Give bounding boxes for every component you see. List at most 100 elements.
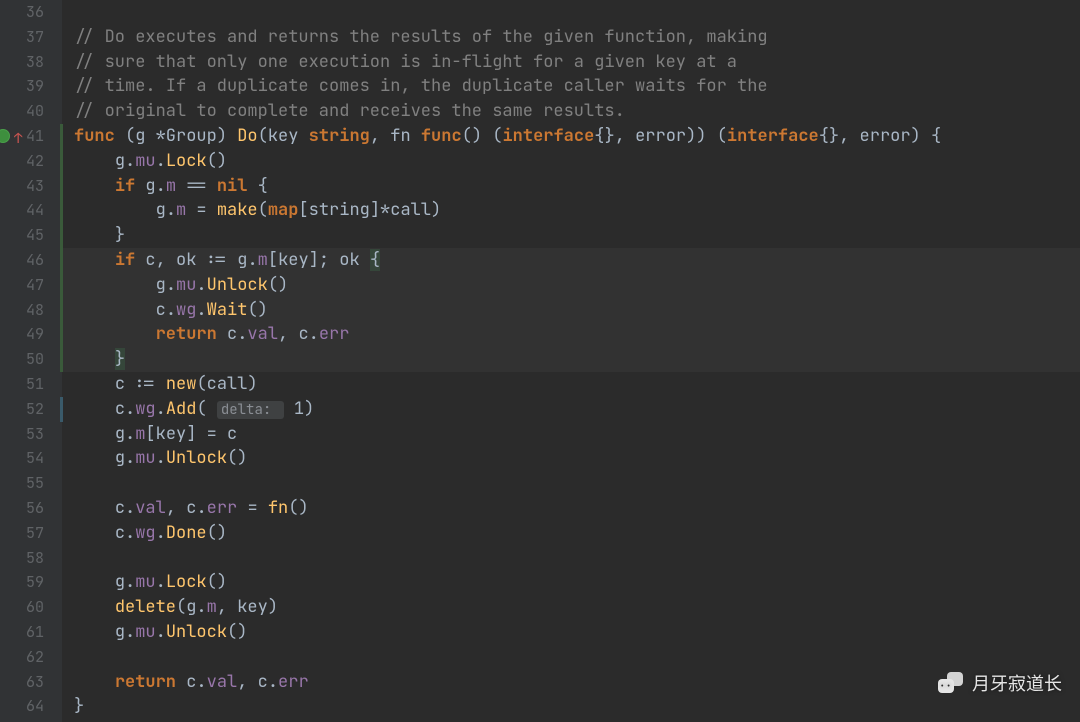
- code-line[interactable]: [74, 645, 1080, 670]
- code-line[interactable]: c := new(call): [74, 372, 1080, 397]
- token: .: [156, 398, 166, 420]
- token: (): [227, 621, 247, 643]
- token: // Do executes and returns the results o…: [74, 26, 768, 48]
- code-line[interactable]: c.wg.Add( delta: 1): [74, 397, 1080, 422]
- line-number: 57: [0, 521, 62, 546]
- code-line[interactable]: func (g *Group) Do(key string, fn func()…: [74, 124, 1080, 149]
- line-number: 36: [0, 0, 62, 25]
- code-line[interactable]: g.mu.Lock(): [74, 149, 1080, 174]
- code-line[interactable]: // sure that only one execution is in-fl…: [74, 50, 1080, 75]
- token: =: [237, 497, 268, 519]
- line-number: 56: [0, 496, 62, 521]
- token: g: [115, 621, 125, 643]
- code-line[interactable]: g.m = make(map[string]*call): [74, 198, 1080, 223]
- code-line[interactable]: g.mu.Lock(): [74, 570, 1080, 595]
- code-line[interactable]: }: [74, 223, 1080, 248]
- token: val: [207, 671, 238, 693]
- token: ,: [278, 323, 298, 345]
- token: .: [196, 274, 206, 296]
- token: make: [217, 199, 258, 221]
- token: err: [207, 497, 238, 519]
- line-number: 45: [0, 223, 62, 248]
- code-line[interactable]: g.m[key] = c: [74, 422, 1080, 447]
- token: m: [166, 175, 176, 197]
- line-number: 47: [0, 273, 62, 298]
- token: (: [258, 125, 268, 147]
- token: }: [115, 224, 125, 246]
- token: key: [237, 596, 268, 618]
- code-line[interactable]: g.mu.Unlock(): [74, 446, 1080, 471]
- token: .: [156, 571, 166, 593]
- code-line[interactable]: [74, 546, 1080, 571]
- token: .: [156, 447, 166, 469]
- code-line[interactable]: c.wg.Wait(): [74, 298, 1080, 323]
- token: g: [145, 175, 155, 197]
- code-line[interactable]: return c.val, c.err: [74, 322, 1080, 347]
- token: .: [247, 249, 257, 271]
- line-number: 60: [0, 595, 62, 620]
- code-editor[interactable]: 363738394041↑424344454647484950515253545…: [0, 0, 1080, 722]
- code-line[interactable]: }: [74, 347, 1080, 372]
- token: .: [309, 323, 319, 345]
- token: nil: [217, 175, 258, 197]
- token: mu: [135, 571, 155, 593]
- token: Lock: [166, 571, 207, 593]
- token: Done: [166, 522, 207, 544]
- line-number: 53: [0, 422, 62, 447]
- code-line[interactable]: // original to complete and receives the…: [74, 99, 1080, 124]
- token: ,: [370, 125, 390, 147]
- code-line[interactable]: }: [74, 694, 1080, 719]
- token: key: [278, 249, 309, 271]
- token: g: [156, 274, 166, 296]
- token: mu: [135, 447, 155, 469]
- token: }: [115, 348, 125, 370]
- token: Unlock: [166, 621, 227, 643]
- token: ,: [217, 596, 237, 618]
- token: func: [74, 125, 125, 147]
- code-line[interactable]: c.val, c.err = fn(): [74, 496, 1080, 521]
- token: err: [319, 323, 350, 345]
- code-line[interactable]: [74, 471, 1080, 496]
- token: .: [196, 497, 206, 519]
- line-number: 54: [0, 446, 62, 471]
- code-line[interactable]: if c, ok := g.m[key]; ok {: [74, 248, 1080, 273]
- token: [: [268, 249, 278, 271]
- code-line[interactable]: // time. If a duplicate comes in, the du…: [74, 74, 1080, 99]
- token: c: [227, 423, 237, 445]
- code-line[interactable]: [74, 0, 1080, 25]
- token: g: [135, 125, 155, 147]
- token: mu: [176, 274, 196, 296]
- token: (): [207, 571, 227, 593]
- line-number: 40: [0, 99, 62, 124]
- token: .: [166, 299, 176, 321]
- line-number: 43: [0, 174, 62, 199]
- token: :=: [135, 373, 166, 395]
- token: c: [258, 671, 268, 693]
- token: (: [196, 373, 206, 395]
- token: (): [227, 447, 247, 469]
- code-line[interactable]: g.mu.Unlock(): [74, 620, 1080, 645]
- token: Add: [166, 398, 197, 420]
- line-number: 48: [0, 298, 62, 323]
- inlay-hint: delta:: [217, 401, 284, 419]
- token: mu: [135, 150, 155, 172]
- code-line[interactable]: return c.val, c.err: [74, 670, 1080, 695]
- token: .: [125, 522, 135, 544]
- code-area[interactable]: // Do executes and returns the results o…: [62, 0, 1080, 722]
- token: // sure that only one execution is in-fl…: [74, 51, 737, 73]
- token: .: [196, 596, 206, 618]
- code-line[interactable]: c.wg.Done(): [74, 521, 1080, 546]
- token: Lock: [166, 150, 207, 172]
- code-line[interactable]: // Do executes and returns the results o…: [74, 25, 1080, 50]
- breakpoint-icon[interactable]: [0, 129, 10, 143]
- line-number: 37: [0, 25, 62, 50]
- token: if: [115, 175, 146, 197]
- token: m: [258, 249, 268, 271]
- token: ok: [339, 249, 370, 271]
- token: c: [186, 671, 196, 693]
- token: {},: [594, 125, 635, 147]
- code-line[interactable]: if g.m == nil {: [74, 174, 1080, 199]
- code-line[interactable]: delete(g.m, key): [74, 595, 1080, 620]
- code-line[interactable]: g.mu.Unlock(): [74, 273, 1080, 298]
- line-number: 44: [0, 198, 62, 223]
